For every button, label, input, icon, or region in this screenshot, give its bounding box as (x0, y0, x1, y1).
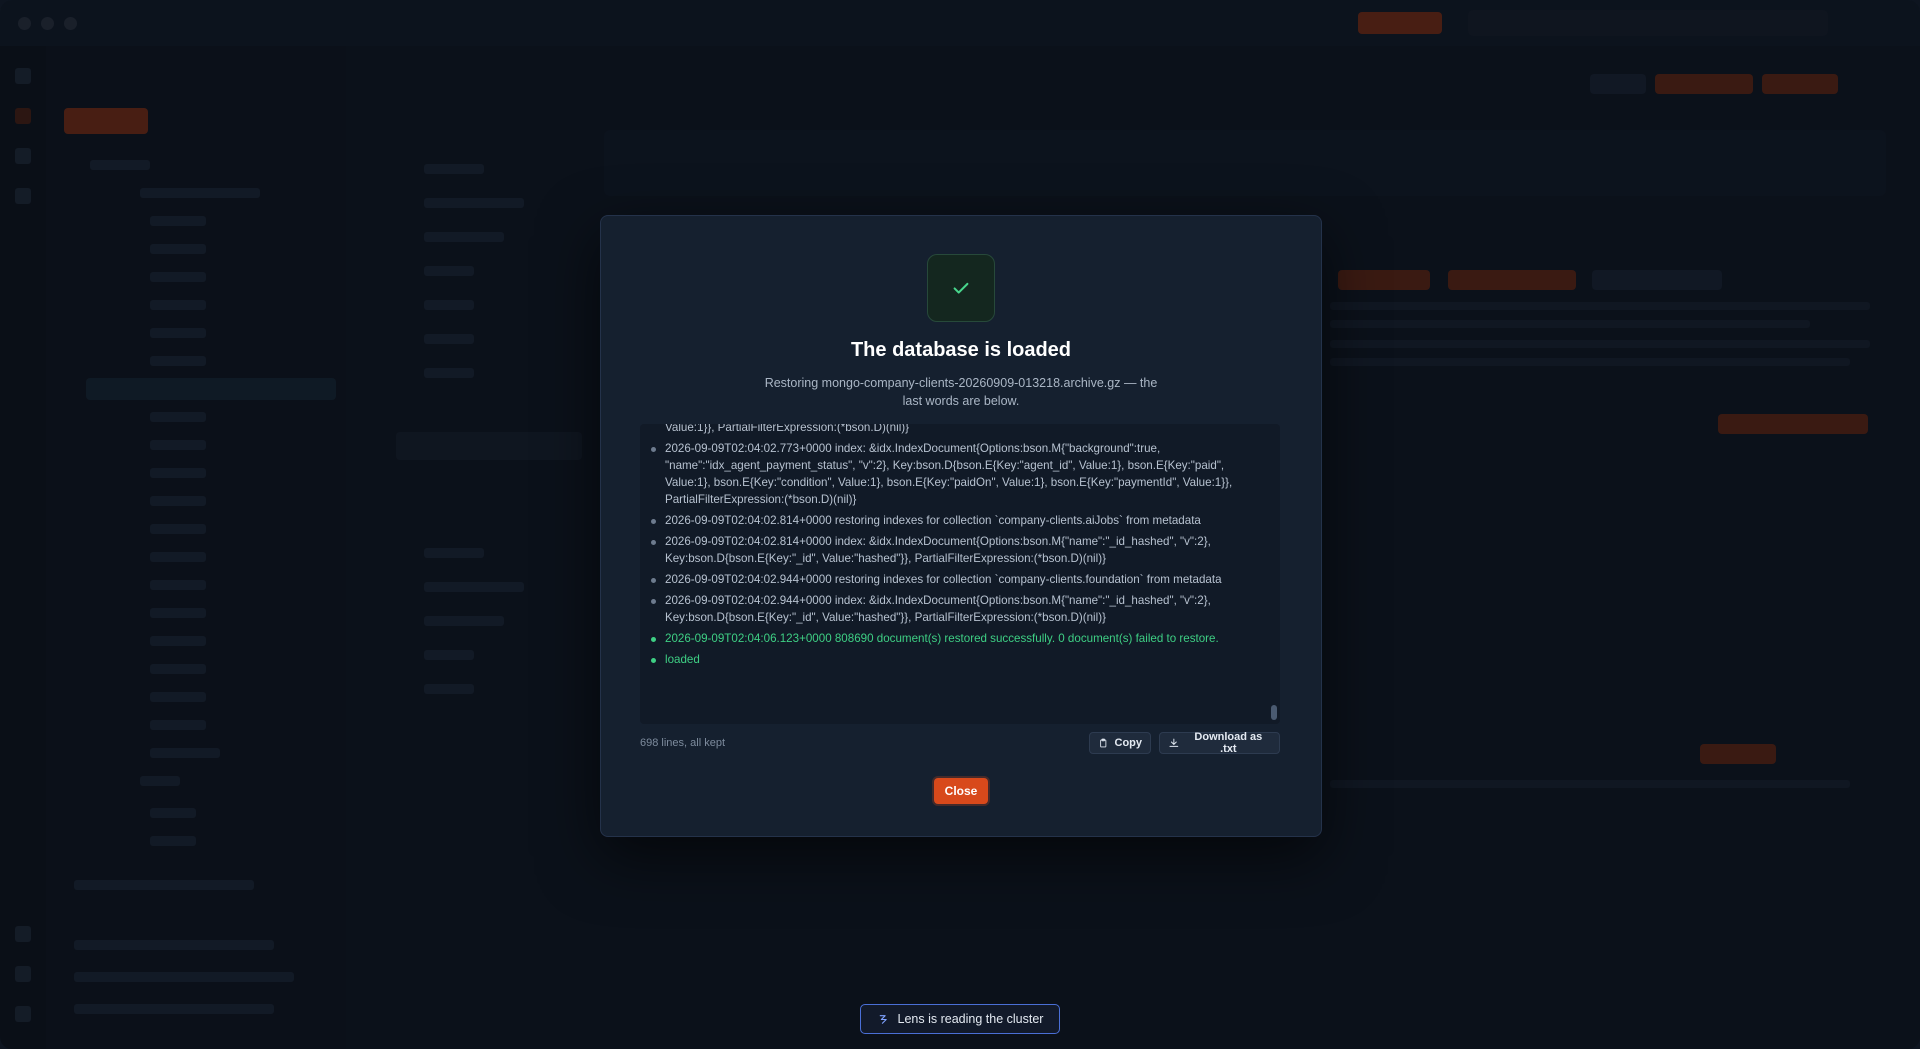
restore-complete-dialog: The database is loaded Restoring mongo-c… (600, 215, 1322, 837)
log-line-text: loaded (665, 653, 700, 666)
log-line-text: 2026-09-09T02:04:02.773+0000 index: &idx… (665, 442, 1233, 506)
log-line: 2026-09-09T02:04:06.123+0000 808690 docu… (640, 630, 1260, 647)
log-line: 2026-09-09T02:04:02.814+0000 index: &idx… (640, 533, 1260, 567)
dialog-title: The database is loaded (850, 339, 1072, 361)
log-line: loaded (640, 651, 1260, 668)
status-toast[interactable]: Lens is reading the cluster (860, 1004, 1060, 1034)
log-line: 2026-09-09T02:04:02.944+0000 index: &idx… (640, 592, 1260, 626)
log-line-count: 698 lines, all kept (640, 737, 725, 749)
check-icon (953, 282, 969, 294)
log-bullet-icon (651, 599, 656, 604)
log-bullet-icon (651, 519, 656, 524)
log-line-text: Value:1}}, PartialFilterExpression:(*bso… (665, 424, 910, 434)
download-icon (1169, 738, 1179, 747)
success-badge (927, 254, 995, 322)
log-line-text: 2026-09-09T02:04:02.814+0000 restoring i… (665, 514, 1201, 527)
log-line: 2026-09-09T02:04:02.814+0000 restoring i… (640, 512, 1260, 529)
log-line-text: 2026-09-09T02:04:06.123+0000 808690 docu… (665, 632, 1219, 645)
log-line: Value:1}}, PartialFilterExpression:(*bso… (640, 424, 1260, 436)
dialog-subtitle: Restoring mongo-company-clients-20260909… (764, 376, 1158, 408)
log-bullet-icon (651, 658, 656, 663)
copy-log-button[interactable]: Copy (1089, 732, 1151, 754)
download-label: Download as .txt (1194, 731, 1263, 755)
log-bullet-icon (651, 578, 656, 583)
lens-icon (879, 1014, 887, 1024)
log-bullet-icon (651, 540, 656, 545)
download-log-button[interactable]: Download as .txt (1159, 731, 1280, 755)
log-bullet-icon (651, 637, 656, 642)
log-line-text: 2026-09-09T02:04:02.944+0000 index: &idx… (665, 594, 1211, 624)
toast-label: Lens is reading the cluster (897, 1012, 1044, 1026)
app-window: The database is loaded Restoring mongo-c… (0, 0, 1920, 1049)
log-line: 2026-09-09T02:04:02.944+0000 restoring i… (640, 571, 1260, 588)
log-bullet-icon (651, 447, 656, 452)
log-line-text: 2026-09-09T02:04:02.814+0000 index: &idx… (665, 535, 1211, 565)
log-scrollbar-thumb[interactable] (1271, 705, 1277, 720)
restore-log[interactable]: Value:1}}, PartialFilterExpression:(*bso… (640, 424, 1280, 724)
copy-label: Copy (1114, 737, 1143, 749)
clipboard-icon (1100, 738, 1107, 748)
log-line: 2026-09-09T02:04:02.773+0000 index: &idx… (640, 440, 1260, 508)
log-line-text: 2026-09-09T02:04:02.944+0000 restoring i… (665, 573, 1222, 586)
log-scrollbar[interactable] (1271, 424, 1277, 724)
close-button[interactable]: Close (934, 778, 988, 804)
restore-log-lines: Value:1}}, PartialFilterExpression:(*bso… (640, 424, 1260, 672)
